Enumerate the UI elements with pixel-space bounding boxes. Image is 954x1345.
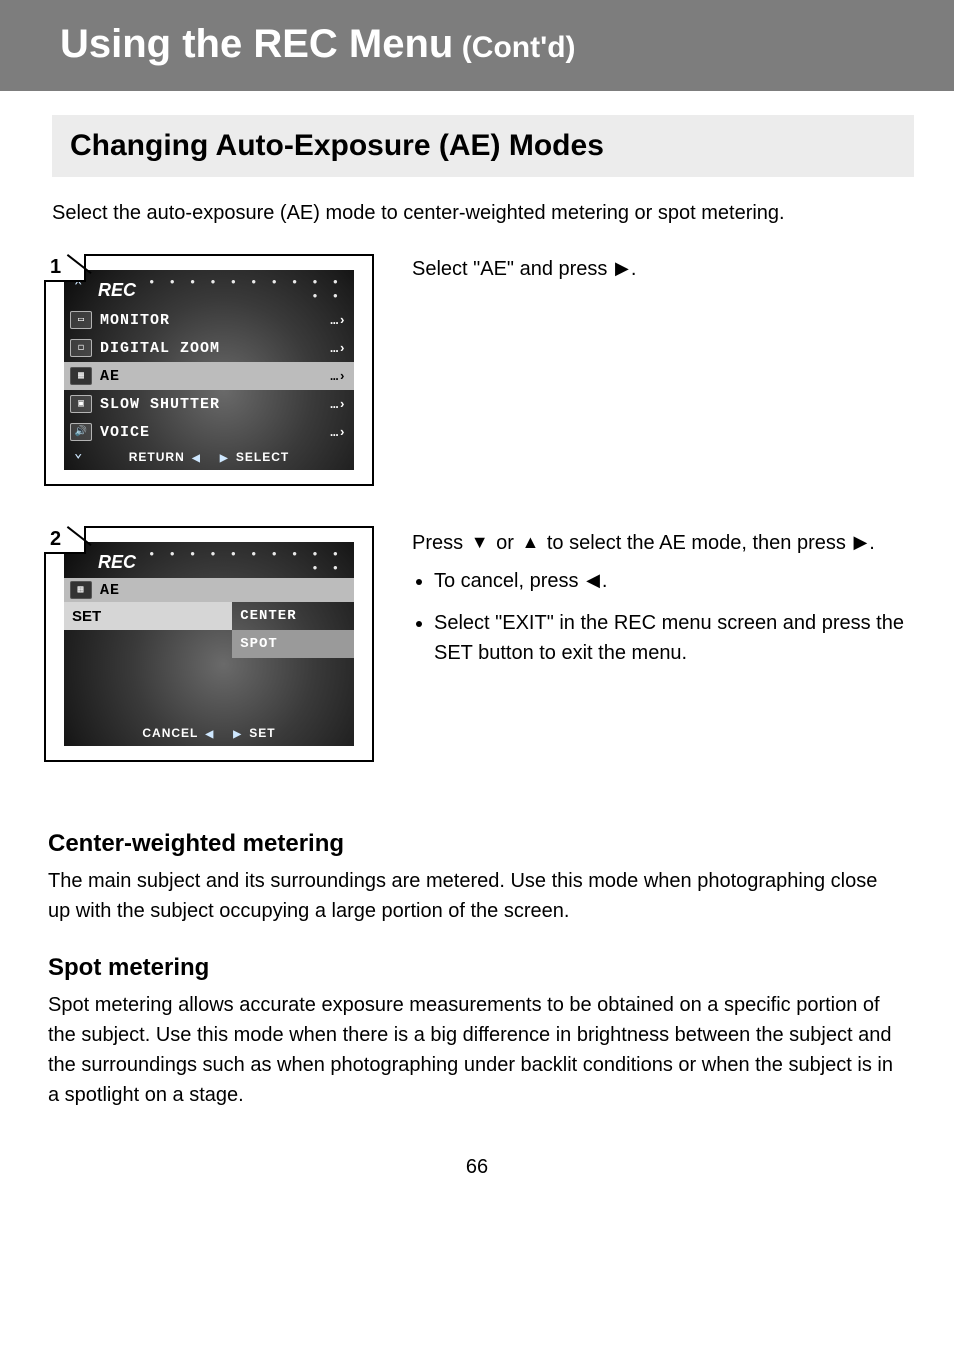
more-icon: …› xyxy=(330,369,346,384)
lcd2-options: SET CENTER SPOT xyxy=(64,602,354,658)
ae-icon: ▦ xyxy=(70,367,92,385)
monitor-icon: ▭ xyxy=(70,311,92,329)
step-2-part3: to select the AE mode, then press xyxy=(547,532,846,554)
ae-icon: ▦ xyxy=(70,581,92,599)
triangle-down-icon: ▼ xyxy=(469,532,491,552)
lcd1-row-voice: 🔊 VOICE …› xyxy=(64,418,354,446)
triangle-left-icon: ◀ xyxy=(584,570,602,590)
lcd1-row-monitor-label: MONITOR xyxy=(100,312,330,329)
lcd1-footer-return: RETURN xyxy=(129,450,185,464)
banner-title-sub: (Cont'd) xyxy=(462,31,576,64)
lcd1-header-dots: • • • • • • • • • • • • xyxy=(136,276,346,304)
lcd2-option-spot: SPOT xyxy=(232,630,354,658)
step-1-text: Select "AE" and press ▶. xyxy=(412,254,914,284)
steps-column: Select "AE" and press ▶. Press ▼ or ▲ to… xyxy=(412,254,914,802)
screenshot-1-number: 1 xyxy=(50,256,61,279)
page-banner: Using the REC Menu (Cont'd) xyxy=(0,0,954,91)
lcd1-header-label: REC xyxy=(98,280,136,301)
screenshot-1: 1 ⌃ REC • • • • • • • • • • • • ▭ MONITO… xyxy=(44,254,374,486)
lcd1-footer-select: SELECT xyxy=(236,450,289,464)
center-weighted-body: The main subject and its surroundings ar… xyxy=(48,866,894,926)
lcd1-footer: RETURN ◀ ▶ SELECT xyxy=(64,446,354,470)
intro-paragraph: Select the auto-exposure (AE) mode to ce… xyxy=(52,199,894,228)
step-1-prefix: Select "AE" and press xyxy=(412,258,607,280)
step-2-text: Press ▼ or ▲ to select the AE mode, then… xyxy=(412,528,914,668)
lcd-menu-2: REC • • • • • • • • • • • • ▦ AE SET CEN… xyxy=(64,542,354,746)
step-1-suffix: . xyxy=(631,258,637,280)
zoom-icon: ◻ xyxy=(70,339,92,357)
spot-metering-title: Spot metering xyxy=(48,954,894,982)
triangle-right-icon: ▶ xyxy=(613,258,631,278)
lcd2-subheader: ▦ AE xyxy=(64,578,354,602)
triangle-up-icon: ▲ xyxy=(519,532,541,552)
step-2-note-1: To cancel, press ◀. xyxy=(434,566,914,596)
screenshot-2: 2 REC • • • • • • • • • • • • ▦ AE SET xyxy=(44,526,374,762)
lcd2-footer-cancel: CANCEL xyxy=(142,726,198,740)
lcd1-row-shutter: ▣ SLOW SHUTTER …› xyxy=(64,390,354,418)
screenshot-2-number: 2 xyxy=(50,528,61,551)
lcd2-sub-label: AE xyxy=(100,582,120,599)
more-icon: …› xyxy=(330,341,346,356)
lcd2-header-dots: • • • • • • • • • • • • xyxy=(136,548,346,576)
screenshots-column: 1 ⌃ REC • • • • • • • • • • • • ▭ MONITO… xyxy=(44,254,374,802)
step-2-part2: or xyxy=(496,532,514,554)
step-2-part1: Press xyxy=(412,532,463,554)
voice-icon: 🔊 xyxy=(70,423,92,441)
lcd2-header: REC • • • • • • • • • • • • xyxy=(64,542,354,578)
lcd1-row-shutter-label: SLOW SHUTTER xyxy=(100,396,330,413)
shutter-icon: ▣ xyxy=(70,395,92,413)
lcd-menu-1: ⌃ REC • • • • • • • • • • • • ▭ MONITOR … xyxy=(64,270,354,470)
more-icon: …› xyxy=(330,397,346,412)
step-2-notes: To cancel, press ◀. Select "EXIT" in the… xyxy=(412,566,914,668)
triangle-right-icon: ▶ xyxy=(217,453,232,464)
step-2-note-1b: . xyxy=(602,570,608,592)
banner-title-main: Using the REC Menu xyxy=(60,22,453,66)
lcd1-row-zoom-label: DIGITAL ZOOM xyxy=(100,340,330,357)
page-number: 66 xyxy=(0,1156,954,1203)
lcd1-row-monitor: ▭ MONITOR …› xyxy=(64,306,354,334)
lcd1-row-voice-label: VOICE xyxy=(100,424,330,441)
lcd2-set-cell: SET xyxy=(64,602,232,630)
triangle-left-icon: ◀ xyxy=(189,453,204,464)
lcd1-row-ae-label: AE xyxy=(100,368,330,385)
more-icon: …› xyxy=(330,313,346,328)
lcd2-footer: CANCEL ◀ ▶ SET xyxy=(64,722,354,746)
metering-block: Center-weighted metering The main subjec… xyxy=(48,830,894,1110)
lcd2-header-label: REC xyxy=(98,552,136,573)
triangle-left-icon: ◀ xyxy=(203,729,218,740)
more-icon: …› xyxy=(330,425,346,440)
spot-metering-body: Spot metering allows accurate exposure m… xyxy=(48,990,894,1110)
lcd2-footer-set: SET xyxy=(249,726,275,740)
caret-down-icon: ⌄ xyxy=(74,445,83,462)
step-2-note-1a: To cancel, press xyxy=(434,570,579,592)
lcd1-row-ae: ▦ AE …› xyxy=(64,362,354,390)
step-2-note-2: Select "EXIT" in the REC menu screen and… xyxy=(434,608,914,668)
content-columns: 1 ⌃ REC • • • • • • • • • • • • ▭ MONITO… xyxy=(44,254,914,802)
section-heading: Changing Auto-Exposure (AE) Modes xyxy=(52,115,914,177)
center-weighted-title: Center-weighted metering xyxy=(48,830,894,858)
lcd2-option-center: CENTER xyxy=(232,602,354,630)
triangle-right-icon: ▶ xyxy=(851,532,869,552)
lcd1-header: REC • • • • • • • • • • • • xyxy=(64,270,354,306)
triangle-right-icon: ▶ xyxy=(230,729,245,740)
step-2-part4: . xyxy=(869,532,875,554)
lcd1-row-zoom: ◻ DIGITAL ZOOM …› xyxy=(64,334,354,362)
